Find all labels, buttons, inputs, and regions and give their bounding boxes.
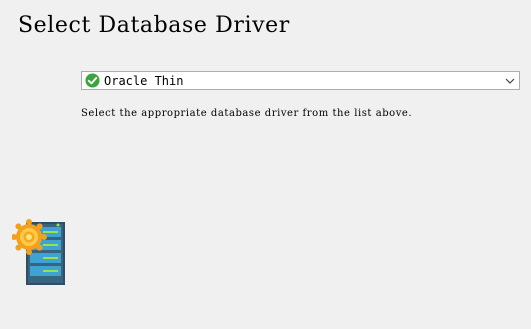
page-title: Select Database Driver xyxy=(18,13,290,38)
driver-select-value: Oracle Thin xyxy=(104,74,184,88)
driver-select[interactable]: Oracle Thin xyxy=(81,71,520,90)
database-server-icon xyxy=(12,219,65,285)
chevron-down-icon[interactable] xyxy=(505,76,515,86)
driver-hint-text: Select the appropriate database driver f… xyxy=(81,108,413,119)
check-circle-icon xyxy=(85,73,100,88)
